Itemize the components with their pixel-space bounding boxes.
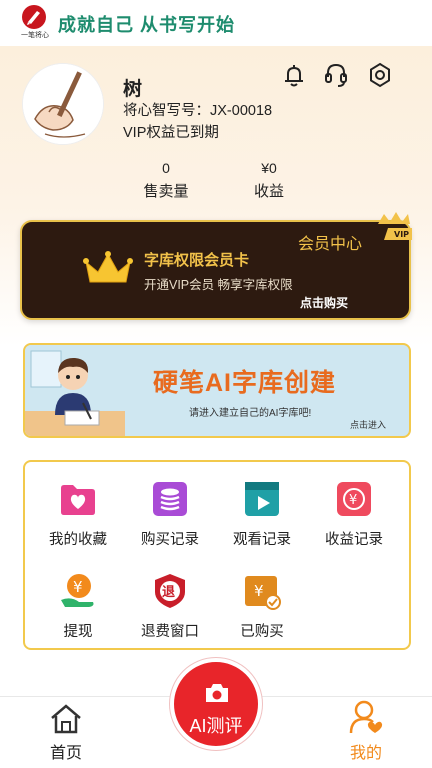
menu-item-withdraw[interactable]: ¥ 提现	[32, 572, 124, 641]
ai-font-banner[interactable]: 硬笔AI字库创建 请进入建立自己的AI字库吧! 点击进入	[23, 343, 411, 438]
menu-item-purchase-records[interactable]: 购买记录	[124, 480, 216, 549]
ai-evaluate-button[interactable]: AI测评	[170, 658, 262, 750]
menu-label-favorites: 我的收藏	[49, 532, 107, 548]
app-logo: 一笔将心	[18, 5, 52, 41]
menu-grid: 我的收藏 购买记录 观看记录 ¥ 收益记录 ¥ 提现 退 退费窗口 ¥ 已购买	[23, 460, 411, 650]
camera-icon	[204, 682, 230, 704]
user-id: 将心智写号：JX-00018	[123, 103, 273, 119]
svg-text:¥: ¥	[73, 578, 83, 596]
banner-subtitle: 请进入建立自己的AI字库吧!	[189, 408, 312, 419]
bell-icon[interactable]	[280, 61, 308, 89]
purchased-icon: ¥	[243, 572, 281, 610]
menu-label-watch-records: 观看记录	[233, 532, 291, 548]
svg-text:退: 退	[162, 585, 175, 600]
vip-card[interactable]: 会员中心 VIP 字库权限会员卡 开通VIP会员 畅享字库权限 点击购买	[20, 212, 412, 320]
tab-home[interactable]: 首页	[26, 703, 106, 763]
crown-icon	[82, 250, 134, 293]
menu-item-watch-records[interactable]: 观看记录	[216, 480, 308, 549]
vip-card-title: 字库权限会员卡	[144, 252, 250, 269]
ai-evaluate-label: AI测评	[189, 716, 243, 736]
username: 树	[123, 79, 143, 100]
sales-label: 售卖量	[143, 183, 189, 200]
withdraw-icon: ¥	[59, 572, 97, 610]
home-icon	[48, 703, 84, 735]
vip-badge-text: VIP	[394, 230, 409, 239]
earnings-value: ¥0	[261, 160, 277, 176]
menu-item-refund[interactable]: 退 退费窗口	[124, 572, 216, 641]
svg-text:¥: ¥	[254, 582, 264, 600]
tab-home-label: 首页	[49, 745, 82, 762]
svg-text:¥: ¥	[349, 493, 357, 508]
settings-icon[interactable]	[366, 61, 394, 89]
menu-label-earnings-records: 收益记录	[325, 532, 383, 548]
vip-badge-icon: VIP	[378, 212, 412, 250]
vip-buy-button[interactable]: 点击购买	[300, 294, 348, 311]
student-writing-illustration	[25, 345, 125, 436]
menu-item-favorites[interactable]: 我的收藏	[32, 480, 124, 549]
top-bar: 一笔将心 成就自己 从书写开始	[0, 0, 432, 46]
vip-status: VIP权益已到期	[123, 125, 219, 141]
logo-pen-icon	[22, 5, 46, 29]
tab-mine[interactable]: 我的	[326, 699, 406, 763]
menu-label-purchase-records: 购买记录	[141, 532, 199, 548]
menu-item-earnings-records[interactable]: ¥ 收益记录	[308, 480, 400, 549]
vip-center-label: 会员中心	[298, 236, 363, 253]
sales-value: 0	[162, 160, 170, 176]
earnings-stat: ¥0 收益	[234, 160, 304, 201]
headset-icon[interactable]	[322, 61, 350, 89]
menu-label-withdraw: 提现	[63, 624, 93, 640]
vip-card-subtitle: 开通VIP会员 畅享字库权限	[144, 278, 293, 292]
menu-label-purchased: 已购买	[240, 624, 284, 640]
banner-title: 硬笔AI字库创建	[153, 369, 337, 397]
watch-records-icon	[243, 480, 281, 518]
earnings-label: 收益	[253, 183, 284, 200]
logo-text: 一笔将心	[21, 32, 49, 39]
slogan: 成就自己 从书写开始	[58, 15, 236, 35]
sales-stat: 0 售卖量	[131, 160, 201, 201]
avatar[interactable]	[22, 63, 104, 145]
banner-enter-button[interactable]: 点击进入	[350, 418, 386, 431]
menu-label-refund: 退费窗口	[141, 624, 199, 640]
tab-mine-label: 我的	[349, 745, 382, 762]
earnings-records-icon: ¥	[335, 480, 373, 518]
purchase-records-icon	[151, 480, 189, 518]
favorites-icon	[59, 480, 97, 518]
menu-item-purchased[interactable]: ¥ 已购买	[216, 572, 308, 641]
refund-icon: 退	[151, 572, 189, 610]
profile-heart-icon	[348, 699, 384, 735]
